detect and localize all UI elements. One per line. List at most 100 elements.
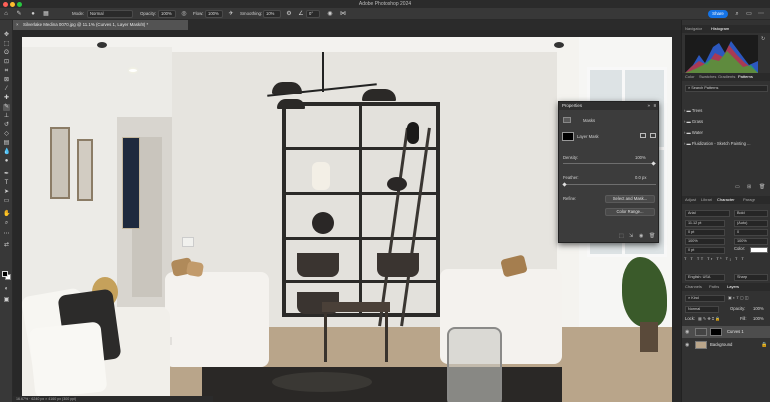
tab-gradients[interactable]: Gradients (718, 73, 735, 81)
path-select-icon[interactable]: ➤ (3, 189, 10, 196)
load-selection-icon[interactable]: ⬚ (619, 233, 624, 239)
histogram-refresh-icon[interactable]: ↻ (761, 36, 765, 42)
eraser-icon[interactable]: ◇ (3, 131, 10, 138)
add-vector-mask-icon[interactable] (650, 133, 656, 138)
workspace-icon[interactable]: ▭ (746, 11, 752, 17)
pressure-opacity-icon[interactable]: ◎ (181, 11, 187, 17)
tab-character[interactable]: Character (717, 196, 735, 204)
density-slider-knob[interactable] (651, 161, 656, 166)
object-select-icon[interactable]: ⊡ (3, 59, 10, 66)
filter-type-icons[interactable]: ▣ ◐ T ▢ ◫ (728, 295, 749, 301)
home-icon[interactable]: ⌂ (3, 11, 9, 17)
tab-libraries[interactable]: Librari (701, 196, 712, 204)
antialias-select[interactable]: Sharp (734, 274, 768, 281)
density-value[interactable]: 100% (635, 155, 646, 160)
tab-paragraph[interactable]: Paragr (743, 196, 755, 204)
mask-thumbnail[interactable] (710, 328, 722, 336)
pattern-group-trees[interactable]: › ▬ Trees (684, 107, 769, 115)
opacity-field[interactable]: 100% (158, 10, 176, 18)
airbrush-icon[interactable]: ✈ (228, 11, 234, 17)
eyedropper-icon[interactable]: ⁄ (3, 86, 10, 93)
mode-select[interactable]: Normal (87, 10, 133, 18)
font-size-field[interactable]: 11.12 pt (685, 220, 725, 227)
layer-opacity-value[interactable]: 100% (753, 305, 769, 313)
marquee-icon[interactable]: ⬚ (3, 41, 10, 48)
edit-toolbar-icon[interactable]: ⇄ (3, 242, 10, 249)
feather-slider-knob[interactable] (562, 182, 567, 187)
color-range-button[interactable]: Color Range... (605, 208, 655, 216)
gradient-icon[interactable]: ▤ (3, 140, 10, 147)
angle-field[interactable]: 0° (306, 10, 320, 18)
more-options-icon[interactable]: ⋯ (758, 11, 764, 17)
feather-slider[interactable] (563, 184, 656, 185)
tab-navigator[interactable]: Navigator (685, 25, 702, 33)
font-family-select[interactable]: Arial (685, 210, 730, 217)
kerning-field[interactable]: 0 pt (685, 229, 725, 236)
tab-color[interactable]: Color (685, 73, 695, 81)
pen-icon[interactable]: ✒ (3, 171, 10, 178)
add-pixel-mask-icon[interactable] (640, 133, 646, 138)
feather-value[interactable]: 0.0 px (635, 175, 646, 180)
layer-row-background[interactable]: ◉ Background 🔒 (682, 339, 770, 351)
history-brush-icon[interactable]: ↺ (3, 122, 10, 129)
eye-icon[interactable]: ◉ (685, 342, 689, 348)
flow-field[interactable]: 100% (205, 10, 223, 18)
search-icon[interactable]: ⌕ (734, 11, 740, 17)
frame-icon[interactable]: ⊠ (3, 77, 10, 84)
leading-field[interactable]: (Auto) (734, 220, 768, 227)
lasso-icon[interactable]: ʘ (3, 50, 10, 57)
select-and-mask-button[interactable]: Select and Mask... (605, 195, 655, 203)
smoothing-field[interactable]: 10% (263, 10, 281, 18)
brush-preset-icon[interactable]: ✎ (16, 11, 22, 17)
pattern-group-water[interactable]: › ▬ Water (684, 129, 769, 137)
share-button[interactable]: Share (708, 10, 728, 18)
pressure-size-icon[interactable]: ◉ (327, 11, 333, 17)
collapse-icon[interactable]: » (648, 102, 650, 110)
visibility-icon[interactable]: ◉ (639, 233, 643, 239)
blur-icon[interactable]: 💧 (3, 149, 10, 156)
tab-layers[interactable]: Layers (727, 283, 739, 291)
rectangle-icon[interactable]: ▭ (3, 198, 10, 205)
text-color-swatch[interactable] (750, 247, 768, 253)
font-style-select[interactable]: Bold (734, 210, 768, 217)
pattern-search-input[interactable]: ⌕ Search Patterns (685, 85, 768, 92)
move-icon[interactable]: ✥ (3, 32, 10, 39)
dodge-icon[interactable]: ● (3, 158, 10, 165)
layer-filter-select[interactable]: ⌕ Kind (685, 295, 725, 302)
zoom-icon[interactable]: ⌕ (3, 220, 10, 227)
layer-row-curves[interactable]: ◉ Curves 1 (682, 326, 770, 338)
horizontal-scale-field[interactable]: 100% (734, 238, 768, 245)
properties-header[interactable]: Properties » ≡ (559, 102, 658, 110)
brush-icon[interactable]: ✎ (3, 104, 10, 111)
text-style-buttons[interactable]: T T TT Tr T¹ T₁ T T (684, 255, 769, 263)
hand-icon[interactable]: ✋ (3, 211, 10, 218)
density-slider[interactable] (563, 163, 656, 164)
new-pattern-icon[interactable]: ⊞ (747, 184, 751, 190)
apply-mask-icon[interactable]: ⇲ (629, 233, 633, 239)
brush-size-icon[interactable]: ● (30, 11, 36, 17)
quick-mask-icon[interactable]: ◐ (3, 286, 10, 293)
brush-settings-icon[interactable]: ▦ (43, 11, 49, 17)
tab-adjust[interactable]: Adjust (685, 196, 696, 204)
delete-mask-icon[interactable]: 🗑 (649, 233, 655, 239)
tab-histogram[interactable]: Histogram (711, 25, 729, 33)
type-icon[interactable]: T (3, 180, 10, 187)
pixel-mask-icon[interactable] (563, 117, 571, 123)
close-icon[interactable]: × (16, 20, 19, 30)
angle-icon[interactable]: ∠ (298, 11, 304, 17)
screen-mode-icon[interactable]: ▣ (3, 297, 10, 304)
blend-mode-select[interactable]: Normal (685, 306, 719, 313)
vertical-scale-field[interactable]: 100% (685, 238, 725, 245)
pattern-group-grass[interactable]: › ▬ Grass (684, 118, 769, 126)
smoothing-settings-icon[interactable]: ⚙ (286, 11, 292, 17)
language-select[interactable]: English: USA (685, 274, 725, 281)
clone-stamp-icon[interactable]: ⊥ (3, 113, 10, 120)
document-tab[interactable]: × Silverlake Medina 0070.jpg @ 11.1% (Cu… (13, 20, 188, 30)
baseline-shift-field[interactable]: 0 pt (685, 247, 725, 254)
tab-swatches[interactable]: Swatches (699, 73, 716, 81)
foreground-color-swatch[interactable] (2, 271, 8, 277)
lock-icon[interactable]: 🔒 (761, 342, 767, 348)
tab-patterns[interactable]: Patterns (738, 73, 753, 81)
crop-icon[interactable]: ⌗ (3, 68, 10, 75)
tab-channels[interactable]: Channels (685, 283, 702, 291)
